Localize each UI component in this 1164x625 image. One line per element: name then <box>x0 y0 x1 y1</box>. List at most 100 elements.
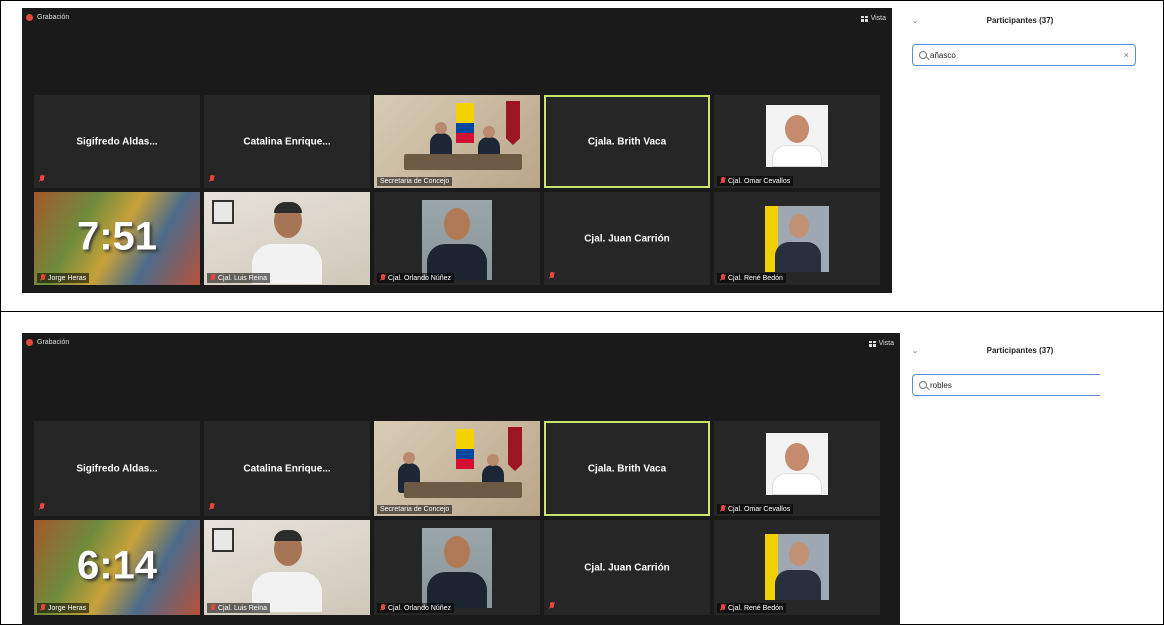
recording-indicator[interactable]: Grabación <box>26 14 69 21</box>
tile-sigifredo[interactable]: Sigifredo Aldas... <box>34 421 200 516</box>
meeting-window: Grabación Vista Sigifredo Aldas... Catal… <box>22 8 892 293</box>
tile-secretaria[interactable]: Secretaria de Concejo <box>374 95 540 188</box>
participant-photo <box>765 206 829 272</box>
participant-label: Jorge Heras <box>37 273 90 283</box>
recording-label: Grabación <box>37 14 70 21</box>
muted-mic-icon <box>209 175 215 183</box>
muted-mic-icon <box>549 602 555 610</box>
participants-panel: ⌄ Participantes (37) robles <box>906 340 1146 396</box>
record-dot-icon <box>26 14 33 21</box>
participant-label: Cjal. Omar Cevallos <box>717 176 794 186</box>
muted-mic-icon <box>720 177 726 185</box>
recording-label: Grabación <box>37 339 70 346</box>
muted-mic-icon <box>380 604 386 612</box>
view-button[interactable]: Vista <box>868 340 894 347</box>
participants-header: ⌄ Participantes (37) <box>906 340 1146 360</box>
participant-photo <box>766 433 828 495</box>
participant-label: Cjal. René Bedón <box>717 273 786 283</box>
participants-panel: ⌄ Participantes (37) añasco × <box>906 10 1146 66</box>
ecuador-flag <box>456 103 474 143</box>
participant-video <box>252 530 322 612</box>
muted-mic-icon <box>39 175 45 183</box>
participant-name: Catalina Enrique... <box>243 136 331 147</box>
countdown-timer: 6:14 <box>76 542 158 587</box>
search-icon <box>919 51 927 59</box>
tile-brith-active-speaker[interactable]: Cjala. Brith Vaca <box>544 95 710 188</box>
muted-mic-icon <box>720 274 726 282</box>
meeting-window: Grabación Vista Sigifredo Aldas... Catal… <box>22 333 900 625</box>
participant-video <box>252 202 322 284</box>
recording-indicator[interactable]: Grabación <box>26 339 69 346</box>
grid-view-icon <box>868 340 876 347</box>
participant-label: Cjal. René Bedón <box>717 603 786 613</box>
participant-name: Cjal. Juan Carrión <box>584 233 670 244</box>
tile-secretaria[interactable]: Secretaria de Concejo <box>374 421 540 516</box>
participant-label: Cjal. Luis Reina <box>207 273 271 283</box>
participants-title: Participantes (37) <box>986 15 1054 25</box>
meeting-table <box>404 482 522 498</box>
ecuador-flag <box>456 429 474 469</box>
tile-sigifredo[interactable]: Sigifredo Aldas... <box>34 95 200 188</box>
tile-jorge-timer[interactable]: 6:14 Jorge Heras <box>34 520 200 615</box>
tile-luis[interactable]: Cjal. Luis Reina <box>204 192 370 285</box>
participant-label: Cjal. Orlando Núñez <box>377 273 455 283</box>
wall-picture <box>212 528 234 552</box>
muted-mic-icon <box>40 274 46 282</box>
participant-label: Cjal. Orlando Núñez <box>377 603 455 613</box>
chevron-down-icon[interactable]: ⌄ <box>906 16 924 25</box>
meeting-table <box>404 154 522 170</box>
view-label: Vista <box>870 15 886 22</box>
participant-search-input[interactable]: añasco × <box>912 44 1136 66</box>
tile-rene[interactable]: Cjal. René Bedón <box>714 192 880 285</box>
tile-jorge-timer[interactable]: 7:51 Jorge Heras <box>34 192 200 285</box>
tile-rene[interactable]: Cjal. René Bedón <box>714 520 880 615</box>
muted-mic-icon <box>549 272 555 280</box>
tile-luis[interactable]: Cjal. Luis Reina <box>204 520 370 615</box>
tile-orlando[interactable]: Cjal. Orlando Núñez <box>374 520 540 615</box>
muted-mic-icon <box>720 505 726 513</box>
participant-name: Cjala. Brith Vaca <box>587 136 667 147</box>
muted-mic-icon <box>209 503 215 511</box>
close-icon[interactable]: × <box>1124 50 1129 60</box>
frame-divider <box>0 311 1164 312</box>
participant-video <box>422 200 492 280</box>
participant-search-input[interactable]: robles <box>912 374 1100 396</box>
participants-header: ⌄ Participantes (37) <box>906 10 1146 30</box>
participant-video <box>422 528 492 608</box>
chevron-down-icon[interactable]: ⌄ <box>906 346 924 355</box>
tile-juan[interactable]: Cjal. Juan Carrión <box>544 192 710 285</box>
participant-label: Cjal. Luis Reina <box>207 603 271 613</box>
participant-label: Jorge Heras <box>37 603 90 613</box>
muted-mic-icon <box>39 503 45 511</box>
participant-name: Catalina Enrique... <box>243 463 331 474</box>
grid-view-icon <box>860 15 868 22</box>
tile-omar[interactable]: Cjal. Omar Cevallos <box>714 95 880 188</box>
tile-juan[interactable]: Cjal. Juan Carrión <box>544 520 710 615</box>
participant-photo <box>765 534 829 600</box>
tile-catalina[interactable]: Catalina Enrique... <box>204 95 370 188</box>
muted-mic-icon <box>720 604 726 612</box>
video-grid: Sigifredo Aldas... Catalina Enrique... S… <box>34 95 880 285</box>
tile-brith-active-speaker[interactable]: Cjala. Brith Vaca <box>544 421 710 516</box>
wall-picture <box>212 200 234 224</box>
city-flag <box>506 101 520 145</box>
participant-name: Cjal. Juan Carrión <box>584 562 670 573</box>
participants-title: Participantes (37) <box>986 345 1054 355</box>
participant-label: Secretaria de Concejo <box>377 177 453 186</box>
participant-name: Sigifredo Aldas... <box>76 136 158 147</box>
muted-mic-icon <box>210 604 216 612</box>
record-dot-icon <box>26 339 33 346</box>
city-flag <box>508 427 522 471</box>
search-value: añasco <box>930 50 956 60</box>
search-value: robles <box>930 380 952 390</box>
search-icon <box>919 381 927 389</box>
tile-omar[interactable]: Cjal. Omar Cevallos <box>714 421 880 516</box>
participant-name: Sigifredo Aldas... <box>76 463 158 474</box>
tile-catalina[interactable]: Catalina Enrique... <box>204 421 370 516</box>
view-label: Vista <box>878 340 894 347</box>
view-button[interactable]: Vista <box>860 15 886 22</box>
muted-mic-icon <box>380 274 386 282</box>
countdown-timer: 7:51 <box>76 213 158 258</box>
tile-orlando[interactable]: Cjal. Orlando Núñez <box>374 192 540 285</box>
participant-label: Cjal. Omar Cevallos <box>717 504 794 514</box>
